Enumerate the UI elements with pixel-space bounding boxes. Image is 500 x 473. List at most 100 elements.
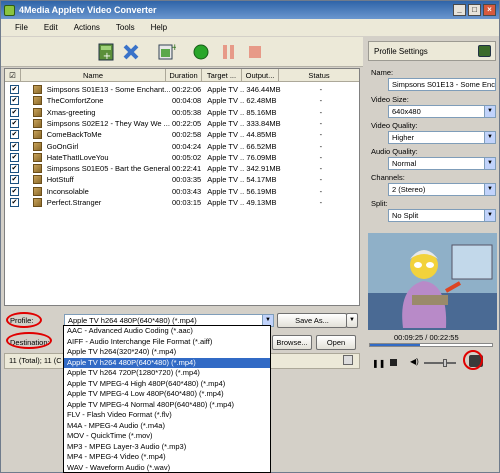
row-checkbox[interactable]: ✔ bbox=[10, 107, 19, 117]
video-size-select[interactable]: 640x480 ▼ bbox=[388, 105, 496, 118]
file-target: Apple TV ... bbox=[207, 164, 245, 174]
profile-option[interactable]: Apple TV h264 720P(1280*720) (*.mp4) bbox=[64, 368, 270, 379]
table-row[interactable]: ✔ Perfect.Stranger 00:03:15 Apple TV ... 49.… bbox=[5, 197, 359, 208]
row-checkbox[interactable]: ✔ bbox=[10, 85, 19, 94]
row-checkbox[interactable]: ✔ bbox=[10, 186, 19, 196]
table-row[interactable]: ✔ Inconsolable 00:03:43 Apple TV ... 56.19MB… bbox=[5, 186, 359, 197]
column-target[interactable]: Target ... bbox=[202, 69, 242, 82]
volume-slider[interactable] bbox=[424, 359, 456, 367]
pause-icon[interactable] bbox=[219, 42, 239, 62]
select-all-checkbox[interactable]: ☑ bbox=[5, 69, 21, 82]
volume-knob[interactable] bbox=[443, 359, 448, 367]
video-quality-select[interactable]: Higher ▼ bbox=[388, 131, 496, 144]
row-checkbox[interactable]: ✔ bbox=[10, 198, 19, 207]
file-duration: 00:22:41 bbox=[171, 164, 202, 174]
table-row[interactable]: ✔ Simpsons S02E12 - They Way We ... 00:22:… bbox=[5, 118, 359, 129]
add-profile-icon[interactable]: + bbox=[156, 42, 176, 62]
open-button[interactable]: Open bbox=[316, 335, 356, 350]
file-icon bbox=[32, 152, 42, 162]
name-field[interactable]: Simpsons S01E13 - Some Enchan bbox=[388, 78, 496, 91]
stop-playback-icon[interactable] bbox=[390, 359, 397, 366]
profile-option[interactable]: FLV - Flash Video Format (*.flv) bbox=[64, 410, 270, 421]
profile-option[interactable]: MP3 - MPEG Layer-3 Audio (*.mp3) bbox=[64, 442, 270, 453]
volume-icon[interactable]: ◀) bbox=[410, 357, 419, 366]
row-checkbox[interactable]: ✔ bbox=[10, 130, 19, 140]
menu-tools[interactable]: Tools bbox=[108, 23, 143, 32]
convert-start-icon[interactable] bbox=[191, 42, 211, 62]
table-row[interactable]: ✔ Simpsons S01E05 - Bart the General 00:22… bbox=[5, 163, 359, 174]
minimize-button[interactable]: _ bbox=[453, 4, 466, 16]
split-select[interactable]: No Split ▼ bbox=[388, 209, 496, 222]
settings-gear-icon[interactable] bbox=[478, 45, 491, 57]
save-as-dropdown[interactable]: ▼ bbox=[346, 313, 358, 328]
svg-text:+: + bbox=[103, 51, 111, 62]
svg-text:+: + bbox=[171, 43, 176, 53]
row-checkbox[interactable]: ✔ bbox=[10, 96, 19, 106]
table-row[interactable]: ✔ Xmas-greeting 00:05:38 Apple TV ... 85.16M… bbox=[5, 107, 359, 118]
play-icon[interactable]: ❚❚ bbox=[372, 359, 385, 368]
file-duration: 00:03:35 bbox=[171, 175, 202, 185]
audio-quality-select[interactable]: Normal ▼ bbox=[388, 157, 496, 170]
table-row[interactable]: ✔ GoOnGirl 00:04:24 Apple TV ... 66.52MB - bbox=[5, 141, 359, 152]
name-label: Name: bbox=[371, 68, 394, 77]
file-icon bbox=[32, 175, 42, 185]
menu-actions[interactable]: Actions bbox=[66, 23, 108, 32]
channels-select[interactable]: 2 (Stereo) ▼ bbox=[388, 183, 496, 196]
video-preview bbox=[368, 233, 497, 330]
file-icon bbox=[32, 141, 42, 151]
browse-button[interactable]: Browse... bbox=[272, 335, 312, 350]
profile-option[interactable]: WAV - Waveform Audio (*.wav) bbox=[64, 463, 270, 473]
table-row[interactable]: ✔ HateThatILoveYou 00:05:02 Apple TV ... 76.… bbox=[5, 152, 359, 163]
video-quality-label: Video Quality: bbox=[371, 121, 418, 130]
profile-option[interactable]: MOV - QuickTime (*.mov) bbox=[64, 431, 270, 442]
file-duration: 00:03:43 bbox=[171, 186, 202, 196]
profile-option[interactable]: Apple TV h264(320*240) (*.mp4) bbox=[64, 347, 270, 358]
profile-option[interactable]: Apple TV MPEG-4 Low 480P(640*480) (*.mp4… bbox=[64, 389, 270, 400]
row-checkbox[interactable]: ✔ bbox=[10, 164, 19, 174]
file-duration: 00:04:24 bbox=[171, 141, 202, 151]
maximize-button[interactable]: □ bbox=[468, 4, 481, 16]
file-duration: 00:22:06 bbox=[171, 85, 202, 94]
column-duration[interactable]: Duration bbox=[166, 69, 202, 82]
add-file-icon[interactable]: + bbox=[97, 42, 117, 62]
menu-file[interactable]: File bbox=[7, 23, 36, 32]
table-row[interactable]: ✔ Simpsons S01E13 - Some Enchant... 00:22:… bbox=[5, 84, 359, 95]
profile-option[interactable]: Apple TV h264 480P(640*480) (*.mp4) bbox=[64, 357, 270, 368]
row-checkbox[interactable]: ✔ bbox=[10, 118, 19, 128]
seek-bar[interactable] bbox=[369, 343, 493, 347]
row-checkbox[interactable]: ✔ bbox=[10, 175, 19, 185]
file-name: Perfect.Stranger bbox=[46, 198, 102, 207]
file-status: - bbox=[319, 85, 323, 94]
save-as-button[interactable]: Save As... bbox=[277, 313, 347, 328]
close-button[interactable]: × bbox=[483, 4, 496, 16]
profile-value: Apple TV h264 480P(640*480) (*.mp4) bbox=[68, 316, 197, 325]
menu-bar: File Edit Actions Tools Help bbox=[1, 19, 499, 36]
column-output[interactable]: Output... bbox=[242, 69, 279, 82]
profile-option[interactable]: Apple TV MPEG-4 High 480P(640*480) (*.mp… bbox=[64, 379, 270, 390]
window-title: 4Media Appletv Video Converter bbox=[19, 5, 157, 15]
stop-icon[interactable] bbox=[245, 42, 265, 62]
column-name[interactable]: Name bbox=[21, 69, 166, 82]
profile-option[interactable]: Apple TV MPEG-4 Normal 480P(640*480) (*.… bbox=[64, 400, 270, 411]
menu-edit[interactable]: Edit bbox=[36, 23, 66, 32]
profile-option[interactable]: MP4 - MPEG-4 Video (*.mp4) bbox=[64, 452, 270, 463]
profile-option[interactable]: M4A - MPEG-4 Audio (*.m4a) bbox=[64, 421, 270, 432]
file-output-size: 54.17MB bbox=[246, 175, 277, 185]
profile-option[interactable]: AIFF - Audio Interchange File Format (*.… bbox=[64, 337, 270, 348]
row-checkbox[interactable]: ✔ bbox=[10, 141, 19, 151]
remove-icon[interactable] bbox=[121, 42, 141, 62]
column-status[interactable]: Status bbox=[279, 69, 359, 82]
file-duration: 00:04:08 bbox=[171, 96, 202, 106]
row-checkbox[interactable]: ✔ bbox=[10, 152, 19, 162]
menu-help[interactable]: Help bbox=[143, 23, 175, 32]
table-row[interactable]: ✔ TheComfortZone 00:04:08 Apple TV ... 62.48… bbox=[5, 95, 359, 106]
chevron-down-icon: ▼ bbox=[484, 158, 495, 169]
status-text: 11 (Total); 11 (C bbox=[9, 356, 62, 365]
table-row[interactable]: ✔ HotStuff 00:03:35 Apple TV ... 54.17MB - bbox=[5, 174, 359, 185]
app-logo-icon bbox=[4, 4, 15, 16]
profile-option[interactable]: AAC - Advanced Audio Coding (*.aac) bbox=[64, 326, 270, 337]
chevron-down-icon: ▼ bbox=[484, 132, 495, 143]
table-row[interactable]: ✔ ComeBackToMe 00:02:58 Apple TV ... 44.85MB… bbox=[5, 129, 359, 140]
log-icon[interactable] bbox=[343, 355, 353, 365]
file-status: - bbox=[319, 186, 323, 196]
